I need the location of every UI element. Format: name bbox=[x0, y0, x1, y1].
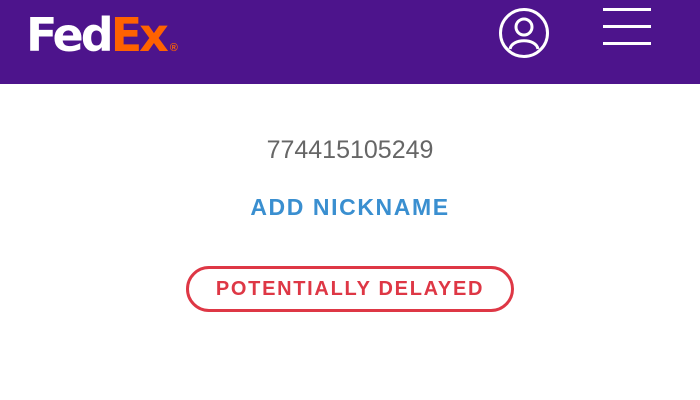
shipment-detail: 774415105249 ADD NICKNAME POTENTIALLY DE… bbox=[0, 84, 700, 400]
hamburger-menu-icon bbox=[603, 8, 651, 45]
add-nickname-link[interactable]: ADD NICKNAME bbox=[0, 194, 700, 221]
user-circle-icon bbox=[499, 8, 549, 58]
registered-mark: ® bbox=[169, 42, 178, 54]
app-header: Fed Ex ® bbox=[0, 0, 700, 84]
logo-ex-text: Ex bbox=[110, 8, 169, 62]
status-badge: POTENTIALLY DELAYED bbox=[186, 266, 514, 312]
status-text: POTENTIALLY DELAYED bbox=[215, 277, 485, 300]
menu-button[interactable] bbox=[600, 5, 654, 49]
tracking-number: 774415105249 bbox=[266, 136, 434, 164]
account-button[interactable] bbox=[498, 7, 550, 59]
logo-fed-text: Fed bbox=[26, 8, 114, 62]
fedex-logo[interactable]: Fed Ex ® bbox=[26, 0, 178, 58]
